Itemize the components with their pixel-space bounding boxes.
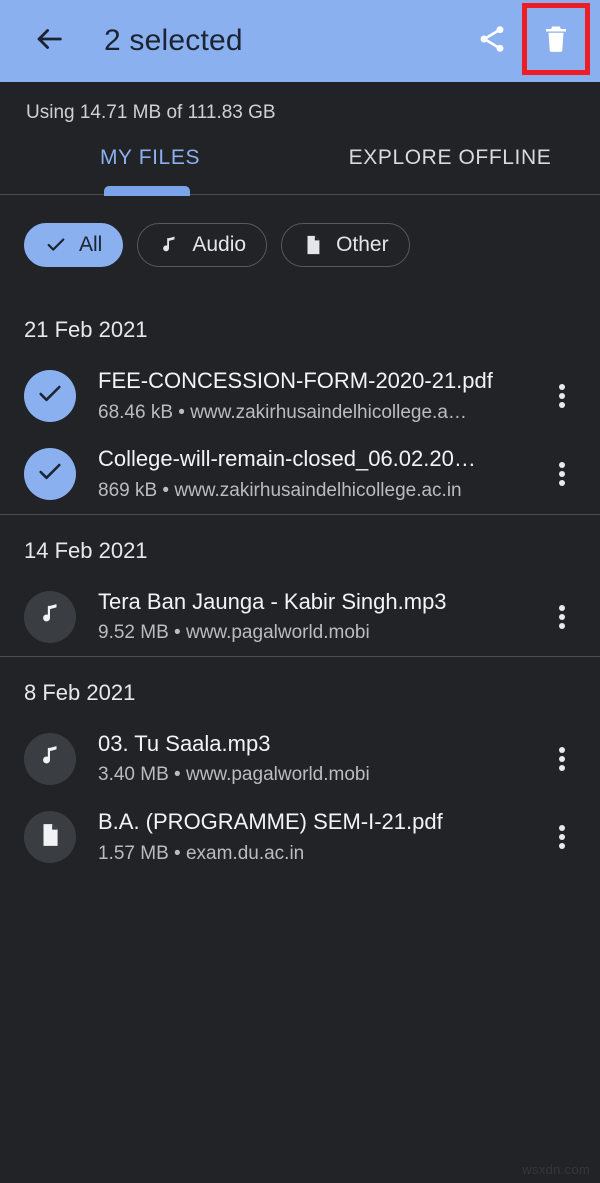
file-selected-checkbox[interactable] — [24, 448, 76, 501]
tab-bar: MY FILES EXPLORE OFFLINE — [0, 142, 600, 196]
file-name: College-will-remain-closed_06.02.20… — [98, 446, 476, 472]
more-vertical-icon — [559, 822, 565, 852]
chip-other-label: Other — [336, 233, 389, 256]
music-note-icon — [37, 743, 63, 774]
check-icon — [36, 380, 64, 413]
file-name: B.A. (PROGRAMME) SEM-I-21.pdf — [98, 809, 443, 835]
file-name: Tera Ban Jaunga - Kabir Singh.mp3 — [98, 588, 447, 614]
date-group: 21 Feb 2021 FEE-CONCESSION-FORM-2020-21.… — [0, 293, 600, 514]
tab-my-files-label: MY FILES — [99, 146, 201, 169]
storage-usage-label: Using 14.71 MB of 111.83 GB — [0, 82, 600, 142]
share-button[interactable] — [464, 13, 520, 69]
file-meta: 1.57 MB • exam.du.ac.in — [98, 842, 305, 864]
file-type-avatar[interactable] — [24, 811, 76, 864]
file-type-avatar[interactable] — [24, 732, 76, 785]
file-text-block: FEE-CONCESSION-FORM-2020-21.pdf 68.46 kB… — [98, 367, 538, 425]
delete-button[interactable] — [522, 3, 590, 75]
document-icon — [37, 822, 63, 853]
file-list: 21 Feb 2021 FEE-CONCESSION-FORM-2020-21.… — [0, 293, 600, 877]
file-list-item[interactable]: Tera Ban Jaunga - Kabir Singh.mp3 9.52 M… — [0, 578, 600, 656]
file-text-block: College-will-remain-closed_06.02.20… 869… — [98, 445, 538, 503]
file-list-item[interactable]: B.A. (PROGRAMME) SEM-I-21.pdf 1.57 MB • … — [0, 798, 600, 876]
file-text-block: Tera Ban Jaunga - Kabir Singh.mp3 9.52 M… — [98, 588, 538, 646]
tab-explore-offline-label: EXPLORE OFFLINE — [348, 146, 552, 169]
page-title: 2 selected — [104, 24, 243, 57]
file-meta: 3.40 MB • www.pagalworld.mobi — [98, 764, 370, 786]
file-meta: 869 kB • www.zakirhusaindelhicollege.ac.… — [98, 479, 462, 501]
tab-explore-offline[interactable]: EXPLORE OFFLINE — [300, 142, 600, 194]
date-group-header: 8 Feb 2021 — [24, 679, 136, 705]
more-options-button[interactable] — [538, 809, 586, 865]
delete-trash-icon — [541, 24, 571, 59]
document-icon — [302, 234, 324, 256]
file-name: FEE-CONCESSION-FORM-2020-21.pdf — [98, 368, 493, 393]
filter-chip-row: All Audio Other — [0, 195, 600, 293]
more-options-button[interactable] — [538, 731, 586, 787]
music-note-icon — [37, 601, 63, 632]
more-options-button[interactable] — [538, 589, 586, 645]
more-vertical-icon — [559, 381, 565, 411]
tab-active-indicator — [104, 186, 190, 196]
chip-audio-label: Audio — [192, 233, 247, 256]
selection-app-bar: 2 selected — [0, 0, 600, 82]
file-list-item[interactable]: FEE-CONCESSION-FORM-2020-21.pdf 68.46 kB… — [0, 357, 600, 435]
date-group: 14 Feb 2021 Tera Ban Jaunga - Kabir Sing… — [0, 513, 600, 656]
check-icon — [45, 234, 67, 256]
watermark: wsxdn.com — [522, 1162, 590, 1177]
file-name: 03. Tu Saala.mp3 — [98, 730, 271, 756]
more-vertical-icon — [559, 459, 565, 489]
more-options-button[interactable] — [538, 446, 586, 502]
date-group: 8 Feb 2021 03. Tu Saala.mp3 3.40 MB • ww… — [0, 655, 600, 877]
file-type-avatar[interactable] — [24, 590, 76, 643]
files-app-screen: 2 selected Using 14.71 MB of 111.83 GB M… — [0, 0, 600, 1183]
chip-all[interactable]: All — [24, 223, 124, 267]
file-text-block: 03. Tu Saala.mp3 3.40 MB • www.pagalworl… — [98, 730, 538, 788]
chip-other[interactable]: Other — [281, 223, 410, 267]
chip-all-label: All — [79, 233, 103, 256]
file-text-block: B.A. (PROGRAMME) SEM-I-21.pdf 1.57 MB • … — [98, 808, 538, 866]
more-vertical-icon — [559, 602, 565, 632]
check-icon — [36, 458, 64, 491]
file-list-item[interactable]: 03. Tu Saala.mp3 3.40 MB • www.pagalworl… — [0, 720, 600, 798]
chip-audio[interactable]: Audio — [137, 223, 268, 267]
back-button[interactable] — [26, 18, 72, 64]
more-vertical-icon — [559, 744, 565, 774]
file-selected-checkbox[interactable] — [24, 370, 76, 423]
arrow-back-icon — [32, 22, 66, 61]
date-group-header: 14 Feb 2021 — [24, 537, 148, 563]
share-icon — [476, 23, 508, 60]
more-options-button[interactable] — [538, 368, 586, 424]
music-note-icon — [158, 234, 180, 256]
file-meta: 68.46 kB • www.zakirhusaindelhicollege.a… — [98, 401, 467, 423]
date-group-header: 21 Feb 2021 — [24, 317, 148, 342]
file-list-item[interactable]: College-will-remain-closed_06.02.20… 869… — [0, 435, 600, 513]
file-meta: 9.52 MB • www.pagalworld.mobi — [98, 622, 370, 644]
